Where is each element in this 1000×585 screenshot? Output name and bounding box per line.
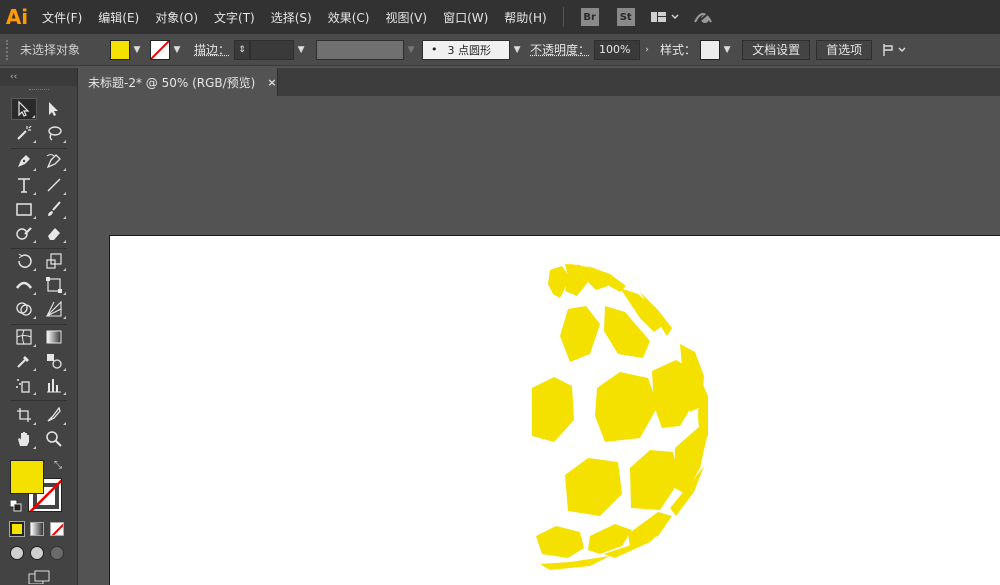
opacity-input[interactable]: 100% [594,39,641,60]
menu-type[interactable]: 文字(T) [206,0,263,34]
menu-select[interactable]: 选择(S) [263,0,320,34]
stroke-dropdown-icon[interactable]: ▼ [170,40,184,60]
tools-divider [11,324,67,325]
variable-width-profile[interactable] [316,39,405,60]
menu-help[interactable]: 帮助(H) [496,0,554,34]
eraser-tool[interactable] [41,222,67,244]
rotate-tool[interactable] [11,250,37,272]
width-tool[interactable] [11,274,37,296]
menu-object[interactable]: 对象(O) [147,0,206,34]
free-transform-tool[interactable] [41,274,67,296]
fill-swatch[interactable] [110,39,131,60]
workspace-layout-icon[interactable] [650,9,680,25]
direct-selection-tool[interactable] [41,98,67,120]
artboard[interactable] [109,235,1000,585]
hand-tool[interactable] [11,428,37,450]
control-bar-grip[interactable] [6,39,10,60]
scale-tool[interactable] [41,250,67,272]
screen-mode-icon[interactable] [28,570,50,585]
bridge-icon[interactable]: Br [580,8,599,26]
app-logo[interactable]: Ai [0,0,34,34]
tools-divider [11,148,67,149]
selection-status: 未选择对象 [20,43,81,57]
default-colors-icon[interactable] [9,499,22,515]
document-tab-bar: 未标题-2* @ 50% (RGB/预览) × [78,68,1000,96]
rectangle-tool[interactable] [11,198,37,220]
menu-edit[interactable]: 编辑(E) [90,0,147,34]
draw-normal-icon[interactable] [10,546,24,560]
paintbrush-tool[interactable] [41,198,67,220]
gradient-mode-icon[interactable] [30,522,44,536]
brush-dropdown-icon[interactable]: ▼ [510,40,524,60]
control-bar: 未选择对象 ▼ ▼ 描边： ⇕ ▼ ▼ • 3 点圆形 ▼ 不透明度： 100%… [0,34,1000,66]
opacity-label[interactable]: 不透明度： [530,41,590,58]
fill-dropdown-icon[interactable]: ▼ [130,40,144,60]
style-swatch[interactable] [700,39,721,60]
column-graph-tool[interactable] [41,374,67,396]
opacity-arrow-icon[interactable]: › [640,40,654,60]
menu-effect[interactable]: 效果(C) [320,0,378,34]
variable-width-dropdown-icon[interactable]: ▼ [404,40,418,60]
zoom-tool[interactable] [41,428,67,450]
stroke-weight-dropdown-icon[interactable]: ▼ [294,40,308,60]
stroke-weight-input[interactable] [250,39,295,60]
slice-tool[interactable] [41,404,67,426]
stroke-weight-stepper[interactable]: ⇕ [234,39,251,60]
swap-fill-stroke-icon[interactable]: ⤡ [54,460,62,471]
selection-tool[interactable] [11,98,37,120]
hexagon-sphere-artwork[interactable] [110,236,1000,585]
document-setup-button[interactable]: 文档设置 [742,39,811,60]
artboard-tool[interactable] [11,404,37,426]
brush-definition[interactable]: • 3 点圆形 [422,39,511,60]
collapse-panel-icon[interactable]: ‹‹ [10,72,17,82]
perspective-grid-tool[interactable] [41,298,67,320]
document-tab-title: 未标题-2* @ 50% (RGB/预览) [88,75,256,90]
magic-wand-tool[interactable] [11,122,37,144]
blend-tool[interactable] [41,350,67,372]
tools-panel-header: ‹‹ [0,68,77,86]
brush-dot: • [431,43,438,56]
shape-builder-tool[interactable] [11,298,37,320]
menu-divider [562,7,564,27]
mesh-tool[interactable] [11,326,37,348]
menu-file[interactable]: 文件(F) [34,0,90,34]
color-mode-icon[interactable] [9,521,25,537]
none-mode-icon[interactable] [50,522,64,536]
menu-window[interactable]: 窗口(W) [435,0,496,34]
draw-inside-icon[interactable] [50,546,64,560]
line-segment-tool[interactable] [41,174,67,196]
type-tool[interactable] [11,174,37,196]
symbol-sprayer-tool[interactable] [11,374,37,396]
document-tab[interactable]: 未标题-2* @ 50% (RGB/预览) × [78,68,278,96]
menu-view[interactable]: 视图(V) [377,0,435,34]
menu-bar: Ai 文件(F) 编辑(E) 对象(O) 文字(T) 选择(S) 效果(C) 视… [0,0,1000,34]
curvature-tool[interactable] [41,150,67,172]
shaper-tool[interactable] [11,222,37,244]
tools-panel: ‹‹ ⤡ [0,68,78,585]
lasso-tool[interactable] [41,122,67,144]
brush-value: 3 点圆形 [447,43,492,57]
draw-behind-icon[interactable] [30,546,44,560]
style-label: 样式： [660,43,697,57]
close-tab-icon[interactable]: × [267,76,276,89]
arrange-documents-icon[interactable] [881,42,909,58]
eyedropper-tool[interactable] [11,350,37,372]
stroke-swatch[interactable] [150,39,171,60]
gradient-tool[interactable] [41,326,67,348]
gpu-performance-icon[interactable] [692,8,714,26]
pen-tool[interactable] [11,150,37,172]
tools-panel-grip[interactable] [0,86,77,94]
fill-color-box[interactable] [10,460,44,494]
tools-divider [11,400,67,401]
style-dropdown-icon[interactable]: ▼ [720,40,734,60]
canvas-area[interactable] [79,96,1000,585]
stock-icon[interactable]: St [616,8,635,26]
tools-divider [11,248,67,249]
stroke-label[interactable]: 描边： [194,41,230,58]
preferences-button[interactable]: 首选项 [816,39,873,60]
